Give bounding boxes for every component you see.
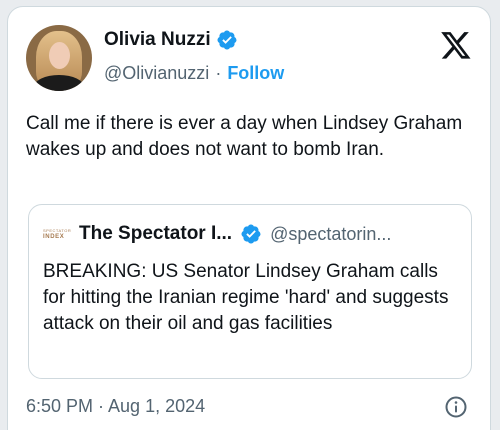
author-display-name[interactable]: Olivia Nuzzi — [104, 29, 211, 51]
tweet-card[interactable]: Olivia Nuzzi @Olivianuzzi · Follow Call … — [7, 6, 491, 430]
separator-dot: · — [215, 63, 222, 83]
quoted-handle[interactable]: @spectatorin... — [270, 224, 391, 245]
logo-line-2: INDEX — [43, 234, 65, 240]
x-logo-icon[interactable] — [440, 29, 472, 61]
verified-badge-icon — [241, 224, 261, 244]
avatar-face — [49, 42, 70, 69]
author-handle[interactable]: @Olivianuzzi — [104, 63, 209, 84]
tweet-timestamp[interactable]: 6:50 PM · Aug 1, 2024 — [26, 396, 205, 417]
follow-button[interactable]: Follow — [227, 63, 284, 84]
verified-badge-icon — [217, 30, 237, 50]
author-name-row: Olivia Nuzzi — [104, 29, 238, 51]
quoted-display-name[interactable]: The Spectator I... — [79, 223, 232, 245]
quoted-tweet-text: BREAKING: US Senator Lindsey Graham call… — [43, 261, 449, 334]
quoted-tweet-header: SPECTATOR INDEX The Spectator I... @spec… — [43, 223, 391, 245]
author-handle-row: @Olivianuzzi · Follow — [104, 63, 284, 84]
spectator-index-logo: SPECTATOR INDEX — [43, 226, 71, 242]
avatar[interactable] — [26, 25, 92, 91]
info-icon[interactable] — [444, 395, 468, 419]
tweet-text: Call me if there is ever a day when Lind… — [26, 113, 463, 160]
quoted-tweet[interactable]: SPECTATOR INDEX The Spectator I... @spec… — [28, 204, 472, 379]
